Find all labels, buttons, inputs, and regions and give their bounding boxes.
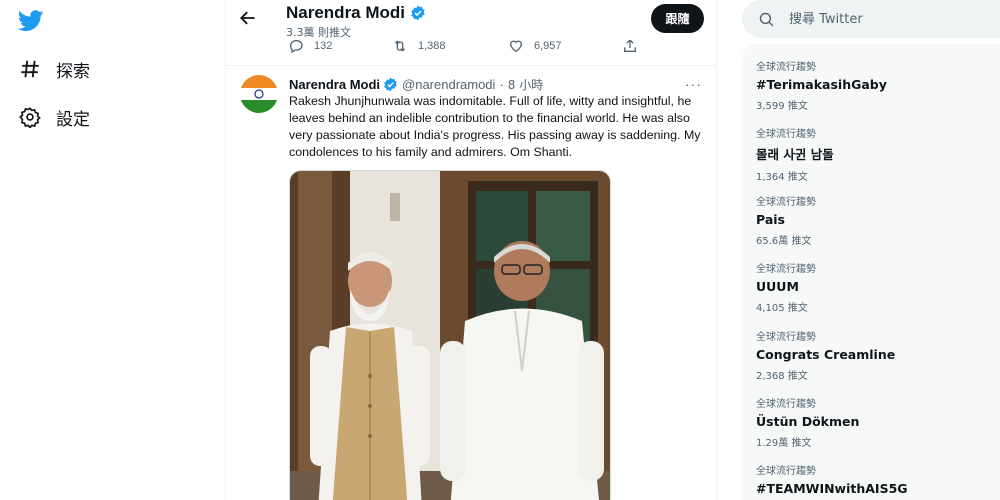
verified-badge-icon: [383, 77, 398, 92]
nav-item-settings[interactable]: 設定: [18, 102, 90, 132]
trend-title: Congrats Creamline: [756, 347, 896, 362]
retweet-button[interactable]: 1,388: [392, 38, 446, 54]
trend-context: 全球流行趨勢: [756, 264, 816, 275]
main-timeline: Narendra Modi 3.3萬 則推文 跟隨 132 1,388 6,95…: [225, 0, 717, 500]
trend-item[interactable]: 全球流行趨勢 Pais 65.6萬 推文: [756, 193, 986, 255]
trend-count: 3,599 推文: [756, 101, 808, 112]
trend-context: 全球流行趨勢: [756, 62, 816, 73]
nav-item-settings-label: 設定: [56, 109, 90, 130]
more-options-icon[interactable]: ···: [685, 76, 702, 92]
tweet-meta: Narendra Modi @narendramodi · 8 小時: [289, 76, 543, 93]
previous-tweet-actions: 132 1,388 6,957: [226, 36, 716, 64]
trend-count: 65.6萬 推文: [756, 236, 812, 247]
meta-separator: ·: [499, 77, 504, 92]
reply-count: 132: [314, 40, 333, 52]
tweet-author-handle[interactable]: @narendramodi: [402, 77, 495, 92]
tweet-text: Rakesh Jhunjhunwala was indomitable. Ful…: [289, 94, 701, 159]
share-icon: [624, 39, 636, 52]
trend-item[interactable]: 全球流行趨勢 Congrats Creamline 2,368 推文: [756, 328, 986, 390]
trend-count: 1.29萬 推文: [756, 438, 812, 449]
search-bar[interactable]: [742, 0, 1000, 38]
like-count: 6,957: [534, 40, 562, 52]
tweet-timestamp[interactable]: 8 小時: [508, 76, 543, 93]
like-button[interactable]: 6,957: [508, 38, 562, 54]
follow-button[interactable]: 跟隨: [651, 4, 704, 33]
verified-badge-icon: [410, 5, 426, 21]
trend-item[interactable]: 全球流行趨勢 UUUM 4,105 推文: [756, 260, 986, 322]
avatar[interactable]: [240, 75, 278, 113]
profile-tweet-count: 3.3萬 則推文: [286, 26, 351, 39]
share-button[interactable]: [622, 38, 648, 54]
trend-item[interactable]: 全球流行趨勢 #TerimakasihGaby 3,599 推文: [756, 58, 986, 120]
reply-button[interactable]: 132: [288, 38, 332, 54]
left-sidebar: 探索 設定: [0, 0, 225, 500]
tweet-card[interactable]: Narendra Modi @narendramodi · 8 小時 ··· R…: [226, 66, 716, 500]
trend-title: #TerimakasihGaby: [756, 77, 887, 92]
retweet-icon: [394, 40, 406, 52]
tweet-photo[interactable]: [289, 170, 611, 500]
gear-icon: [18, 105, 42, 129]
trend-context: 全球流行趨勢: [756, 197, 816, 208]
trend-item[interactable]: 全球流行趨勢 Üstün Dökmen 1.29萬 推文: [756, 395, 986, 457]
trend-title: Üstün Dökmen: [756, 414, 860, 429]
nav-item-explore-label: 探索: [56, 61, 90, 82]
twitter-page: 探索 設定 Narendra Modi 3.3萬 則推文 跟隨 132 1,38…: [0, 0, 1000, 500]
search-input[interactable]: [789, 11, 979, 27]
trend-count: 1,364 推文: [756, 172, 808, 183]
profile-header: Narendra Modi 3.3萬 則推文 跟隨: [226, 0, 716, 40]
trend-title: #TEAMWINwithAIS5G: [756, 481, 908, 496]
twitter-logo-icon[interactable]: [17, 10, 44, 32]
trend-count: 2,368 推文: [756, 371, 808, 382]
reply-icon: [289, 40, 303, 54]
trend-context: 全球流行趨勢: [756, 332, 816, 343]
back-arrow-icon[interactable]: [238, 8, 258, 28]
trend-context: 全球流行趨勢: [756, 399, 816, 410]
trends-panel: 全球流行趨勢 #TerimakasihGaby 3,599 推文 全球流行趨勢 …: [742, 44, 1000, 500]
tweet-author-name[interactable]: Narendra Modi: [289, 77, 380, 92]
trend-title: UUUM: [756, 279, 799, 294]
nav-item-explore[interactable]: 探索: [18, 54, 90, 84]
photo-illustration: [290, 171, 610, 500]
profile-name: Narendra Modi: [286, 3, 426, 23]
search-icon: [759, 12, 774, 26]
hashtag-icon: [18, 57, 42, 81]
right-sidebar: 全球流行趨勢 #TerimakasihGaby 3,599 推文 全球流行趨勢 …: [742, 0, 1000, 500]
trend-title: 몰래 사귄 남돌: [756, 147, 834, 162]
profile-name-text: Narendra Modi: [286, 3, 406, 22]
trend-count: 4,105 推文: [756, 303, 808, 314]
heart-icon: [509, 40, 523, 53]
trend-item[interactable]: 全球流行趨勢 #TEAMWINwithAIS5G: [756, 462, 986, 500]
retweet-count: 1,388: [418, 40, 446, 52]
trend-item[interactable]: 全球流行趨勢 몰래 사귄 남돌 1,364 推文: [756, 125, 986, 187]
trend-context: 全球流行趨勢: [756, 466, 816, 477]
trend-title: Pais: [756, 212, 785, 227]
trend-context: 全球流行趨勢: [756, 129, 816, 140]
